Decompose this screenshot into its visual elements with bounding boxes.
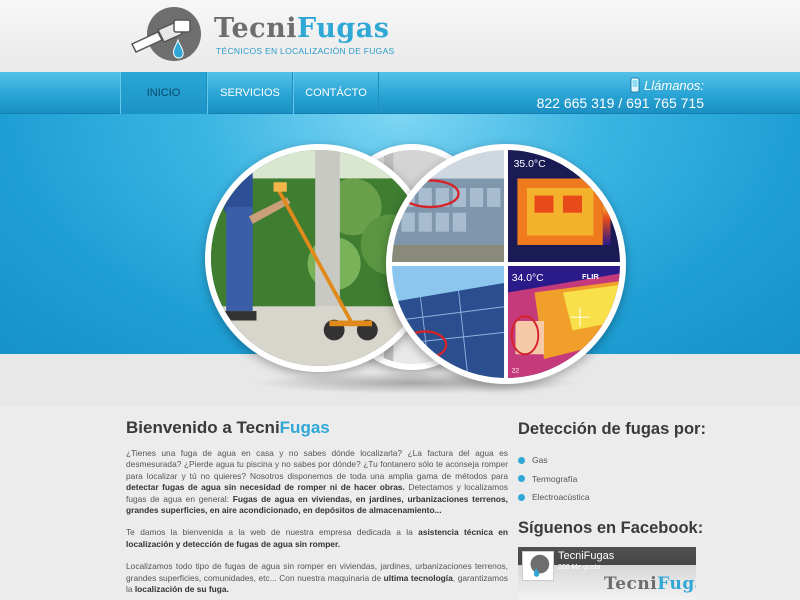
nav-item-contacto[interactable]: CONTÁCTO [293,72,379,114]
phone-icon [630,77,640,93]
bullet-icon [518,475,525,483]
thermal-temp-bottom: 34.0°C [512,273,544,284]
detection-item-gas[interactable]: Gas [518,451,718,470]
thermal-low: 22 [512,367,520,374]
main-navbar: INICIO SERVICIOS CONTÁCTO Llámanos: 822 … [0,72,800,114]
facebook-cover-logo: TecniFugas [604,573,696,594]
nav-menu: INICIO SERVICIOS CONTÁCTO [120,72,379,114]
site-logo[interactable]: TecniFugas TÉCNICOS EN LOCALIZACIÓN DE F… [128,6,394,66]
main-content: Bienvenido a TecniFugas ¿Tienes una fuga… [126,418,508,600]
facebook-title: Síguenos en Facebook: [518,518,704,537]
call-info: Llámanos: 822 665 319 / 691 765 715 [537,77,704,112]
brand-name: TecniFugas [214,13,390,44]
detection-title: Detección de fugas por: [518,420,706,438]
facebook-widget[interactable]: TecniFugas TecniFugas 260 Me gusta [518,546,696,600]
phone-numbers[interactable]: 822 665 319 / 691 765 715 [537,95,704,111]
thermal-brand: FLIR [582,272,599,281]
site-header: TecniFugas TÉCNICOS EN LOCALIZACIÓN DE F… [0,0,800,72]
call-label: Llámanos: [644,77,704,93]
welcome-title: Bienvenido a TecniFugas [126,418,330,437]
facebook-avatar[interactable] [522,550,554,581]
services-paragraph: Localizamos todo tipo de fugas de agua s… [126,561,508,595]
thermal-temp-top: 35.0°C [514,159,546,170]
welcome-paragraph: Te damos la bienvenida a la web de nuest… [126,527,509,549]
bullet-icon [518,456,525,464]
bullet-icon [518,493,525,501]
facebook-page-name[interactable]: TecniFugas [558,550,614,562]
detection-item-electroacustica[interactable]: Electroacústica [518,488,718,507]
nav-item-servicios[interactable]: SERVICIOS [207,72,293,114]
hero-image-thermography: 35.0°C 34.0°C FLIR 22 [386,144,626,384]
facebook-likes: 260 Me gusta [558,563,601,571]
sidebar: Detección de fugas por: Gas Termografía … [518,420,718,600]
nav-item-inicio[interactable]: INICIO [120,72,207,114]
detection-list: Gas Termografía Electroacústica [518,451,718,507]
detection-item-termografia[interactable]: Termografía [518,470,718,489]
brand-tagline: TÉCNICOS EN LOCALIZACIÓN DE FUGAS [216,46,395,56]
logo-mark-icon [130,7,201,61]
intro-paragraph: ¿Tienes una fuga de agua en casa y no sa… [126,448,508,516]
